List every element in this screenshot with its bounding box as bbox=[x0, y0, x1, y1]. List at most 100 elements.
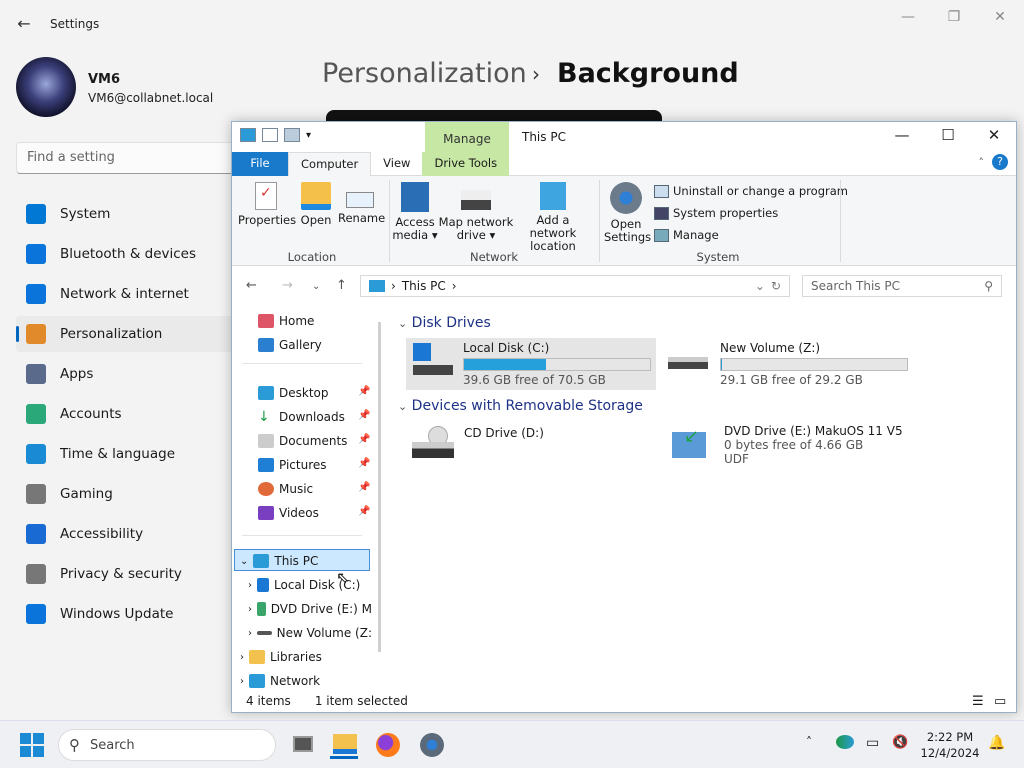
tree-item-desktop[interactable]: Desktop bbox=[258, 382, 329, 404]
usage-bar bbox=[463, 358, 651, 371]
system-properties-icon bbox=[654, 206, 669, 220]
drive-e[interactable]: ↙ DVD Drive (E:) MakuOS 11 V5 0 bytes fre… bbox=[670, 424, 903, 466]
chevron-right-icon[interactable]: › bbox=[248, 580, 252, 591]
tree-item-this-pc[interactable]: ⌄ This PC bbox=[240, 550, 318, 572]
sidebar-item-time-language[interactable]: Time & language bbox=[16, 436, 246, 472]
chevron-up-icon[interactable]: ˄ bbox=[971, 152, 993, 175]
open-button[interactable]: Open bbox=[298, 182, 334, 227]
sidebar-item-privacy-security[interactable]: Privacy & security bbox=[16, 556, 246, 592]
up-arrow-icon[interactable]: ↑ bbox=[336, 278, 347, 293]
notification-bell-icon[interactable]: 🔔 bbox=[988, 735, 1005, 751]
avatar[interactable] bbox=[16, 57, 76, 117]
file-explorer-icon[interactable] bbox=[330, 731, 358, 759]
tree-item-downloads[interactable]: ↓ Downloads bbox=[258, 406, 345, 428]
back-arrow-icon[interactable]: ← bbox=[246, 278, 257, 293]
pin-icon[interactable]: 📌 bbox=[358, 482, 370, 493]
pin-icon[interactable]: 📌 bbox=[358, 410, 370, 421]
manage-button[interactable]: Manage bbox=[654, 228, 719, 242]
tree-item-network[interactable]: › Network bbox=[240, 670, 320, 692]
search-input[interactable]: Search This PC ⚲ bbox=[802, 275, 1002, 297]
open-settings-button[interactable]: Open Settings bbox=[604, 182, 651, 244]
sidebar-item-network-internet[interactable]: Network & internet bbox=[16, 276, 246, 312]
pin-icon[interactable]: 📌 bbox=[358, 458, 370, 469]
add-network-location-button[interactable]: Add a network location bbox=[514, 182, 592, 253]
monitor-icon[interactable]: ▭ bbox=[866, 735, 879, 751]
speaker-muted-icon[interactable]: 🔇 bbox=[892, 735, 908, 750]
system-properties-button[interactable]: System properties bbox=[654, 206, 778, 220]
back-arrow-icon[interactable]: ← bbox=[14, 14, 34, 34]
find-setting-input[interactable]: Find a setting bbox=[16, 142, 256, 174]
address-bar[interactable]: › This PC › ⌄ ↻ bbox=[360, 275, 790, 297]
sidebar-item-bluetooth-devices[interactable]: Bluetooth & devices bbox=[16, 236, 246, 272]
minimize-icon[interactable]: — bbox=[898, 8, 918, 26]
chevron-up-icon[interactable]: ˄ bbox=[806, 735, 812, 749]
tab-view[interactable]: View bbox=[371, 152, 422, 176]
sidebar-item-personalization[interactable]: Personalization bbox=[16, 316, 246, 352]
tree-item-dvd-drive[interactable]: › DVD Drive (E:) M bbox=[248, 598, 372, 620]
tree-item-home[interactable]: Home bbox=[258, 310, 314, 332]
nav-scrollbar[interactable] bbox=[378, 322, 381, 652]
taskbar-search[interactable]: ⚲ Search bbox=[58, 729, 276, 761]
tree-item-videos[interactable]: Videos bbox=[258, 502, 319, 524]
uninstall-icon bbox=[654, 184, 669, 198]
close-icon[interactable]: ✕ bbox=[990, 8, 1010, 26]
close-icon[interactable]: ✕ bbox=[974, 126, 1014, 146]
pin-icon[interactable]: 📌 bbox=[358, 386, 370, 397]
tiles-view-icon[interactable]: ▭ bbox=[994, 694, 1006, 709]
tab-computer[interactable]: Computer bbox=[288, 152, 372, 176]
chevron-down-icon[interactable]: ⌄ bbox=[312, 281, 320, 292]
windows-start-icon[interactable] bbox=[20, 733, 44, 757]
shield-icon bbox=[26, 564, 46, 584]
maximize-icon[interactable]: ☐ bbox=[928, 126, 968, 146]
tree-item-new-volume[interactable]: › New Volume (Z: bbox=[248, 622, 372, 644]
tree-item-documents[interactable]: Documents bbox=[258, 430, 347, 452]
properties-icon[interactable] bbox=[262, 128, 278, 142]
drive-d[interactable]: CD Drive (D:) bbox=[410, 426, 544, 462]
sidebar-item-accessibility[interactable]: Accessibility bbox=[16, 516, 246, 552]
chevron-down-icon[interactable]: ▾ bbox=[306, 130, 311, 141]
access-media-button[interactable]: Access media ▾ bbox=[392, 182, 438, 242]
chevron-down-icon[interactable]: ⌄ bbox=[755, 279, 765, 293]
sidebar-item-gaming[interactable]: Gaming bbox=[16, 476, 246, 512]
uninstall-program-button[interactable]: Uninstall or change a program bbox=[654, 184, 848, 198]
chevron-right-icon[interactable]: › bbox=[248, 604, 252, 615]
folder-icon[interactable] bbox=[284, 128, 300, 142]
sidebar-item-windows-update[interactable]: Windows Update bbox=[16, 596, 246, 632]
minimize-icon[interactable]: — bbox=[882, 126, 922, 146]
sidebar-item-apps[interactable]: Apps bbox=[16, 356, 246, 392]
chevron-right-icon[interactable]: › bbox=[248, 628, 252, 639]
sidebar-item-system[interactable]: System bbox=[16, 196, 246, 232]
manage-context-tab[interactable]: Manage bbox=[425, 122, 509, 152]
chevron-right-icon[interactable]: › bbox=[240, 652, 244, 663]
restore-icon[interactable]: ❐ bbox=[944, 8, 964, 26]
tree-item-pictures[interactable]: Pictures bbox=[258, 454, 327, 476]
refresh-icon[interactable]: ↻ bbox=[771, 279, 781, 293]
properties-button[interactable]: ✓ Properties bbox=[238, 182, 296, 227]
drive-z[interactable]: New Volume (Z:) 29.1 GB free of 29.2 GB bbox=[666, 341, 908, 387]
section-removable-storage[interactable]: ⌄ Devices with Removable Storage bbox=[398, 398, 643, 414]
clock[interactable]: 2:22 PM 12/4/2024 bbox=[920, 729, 980, 761]
rename-button[interactable]: Rename bbox=[338, 182, 385, 225]
task-view-icon[interactable] bbox=[288, 731, 316, 759]
details-view-icon[interactable]: ☰ bbox=[972, 694, 984, 709]
tab-file[interactable]: File bbox=[232, 152, 288, 176]
chevron-right-icon[interactable]: › bbox=[240, 676, 244, 687]
settings-gear-icon[interactable] bbox=[418, 731, 446, 759]
sidebar-item-accounts[interactable]: Accounts bbox=[16, 396, 246, 432]
pin-icon[interactable]: 📌 bbox=[358, 506, 370, 517]
map-network-drive-button[interactable]: Map network drive ▾ bbox=[438, 182, 514, 242]
help-icon[interactable]: ? bbox=[992, 152, 1016, 175]
forward-arrow-icon[interactable]: → bbox=[282, 278, 293, 293]
breadcrumb-parent[interactable]: Personalization bbox=[322, 58, 527, 89]
firefox-icon[interactable] bbox=[374, 731, 402, 759]
computer-icon[interactable] bbox=[240, 128, 256, 142]
tree-item-gallery[interactable]: Gallery bbox=[258, 334, 322, 356]
network-status-icon[interactable] bbox=[836, 735, 854, 749]
pin-icon[interactable]: 📌 bbox=[358, 434, 370, 445]
tree-item-libraries[interactable]: › Libraries bbox=[240, 646, 322, 668]
tree-item-music[interactable]: Music bbox=[258, 478, 313, 500]
drive-c[interactable]: Local Disk (C:) 39.6 GB free of 70.5 GB bbox=[406, 338, 656, 390]
section-disk-drives[interactable]: ⌄ Disk Drives bbox=[398, 315, 491, 331]
tab-drive-tools[interactable]: Drive Tools bbox=[422, 152, 510, 176]
chevron-down-icon[interactable]: ⌄ bbox=[240, 556, 248, 567]
